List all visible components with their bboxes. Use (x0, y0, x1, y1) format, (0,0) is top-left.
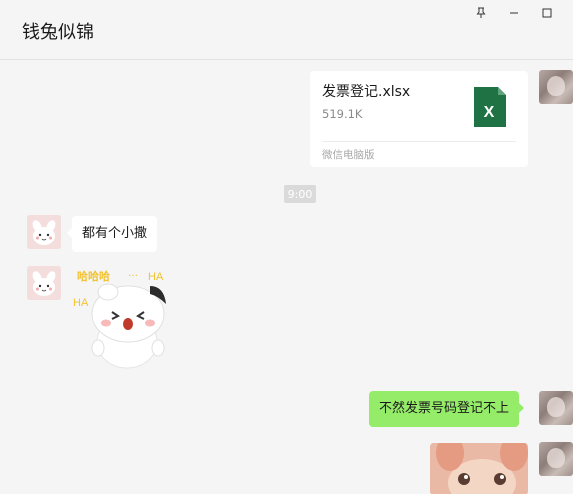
file-source-label: 微信电脑版 (322, 149, 375, 161)
contact-avatar[interactable] (27, 215, 61, 249)
file-name: 发票登记.xlsx (322, 84, 411, 100)
chat-title: 钱兔似锦 (22, 22, 94, 43)
incoming-message-bubble[interactable]: 都有个小撒 (66, 216, 158, 252)
my-avatar[interactable] (539, 70, 573, 104)
window-controls (464, 4, 563, 22)
outgoing-image-message[interactable] (430, 443, 528, 494)
file-message-card[interactable]: 发票登记.xlsx 519.1K X 微信电脑版 (310, 71, 528, 167)
outgoing-message-bubble[interactable]: 不然发票号码登记不上 (369, 391, 525, 427)
contact-avatar[interactable] (27, 266, 61, 300)
timestamp-badge: 9:00 (284, 185, 316, 203)
minimize-icon[interactable] (497, 4, 530, 22)
my-avatar[interactable] (539, 391, 573, 425)
message-list[interactable]: 发票登记.xlsx 519.1K X 微信电脑版 9:00 都有个小撒 哈哈哈 … (0, 61, 573, 494)
my-avatar[interactable] (539, 442, 573, 476)
sticker-text-ha-left: HA (73, 297, 89, 309)
sticker-text-ha-right: HA (148, 271, 164, 283)
pin-icon[interactable] (464, 4, 497, 22)
laughing-cat-sticker[interactable]: 哈哈哈 … HA HA (72, 264, 172, 370)
chat-header: 钱兔似锦 (0, 0, 573, 60)
sticker-text-haha: 哈哈哈 (77, 269, 110, 283)
maximize-icon[interactable] (530, 4, 563, 22)
file-card-divider (322, 141, 516, 142)
excel-icon-letter: X (484, 104, 495, 121)
excel-file-icon: X (474, 87, 506, 127)
chat-window: 钱兔似锦 发票登记.xlsx 519.1K X 微信电脑版 9:00 都有个小撒… (0, 0, 573, 494)
sticker-text-dots: … (128, 268, 138, 279)
file-size: 519.1K (322, 107, 363, 121)
